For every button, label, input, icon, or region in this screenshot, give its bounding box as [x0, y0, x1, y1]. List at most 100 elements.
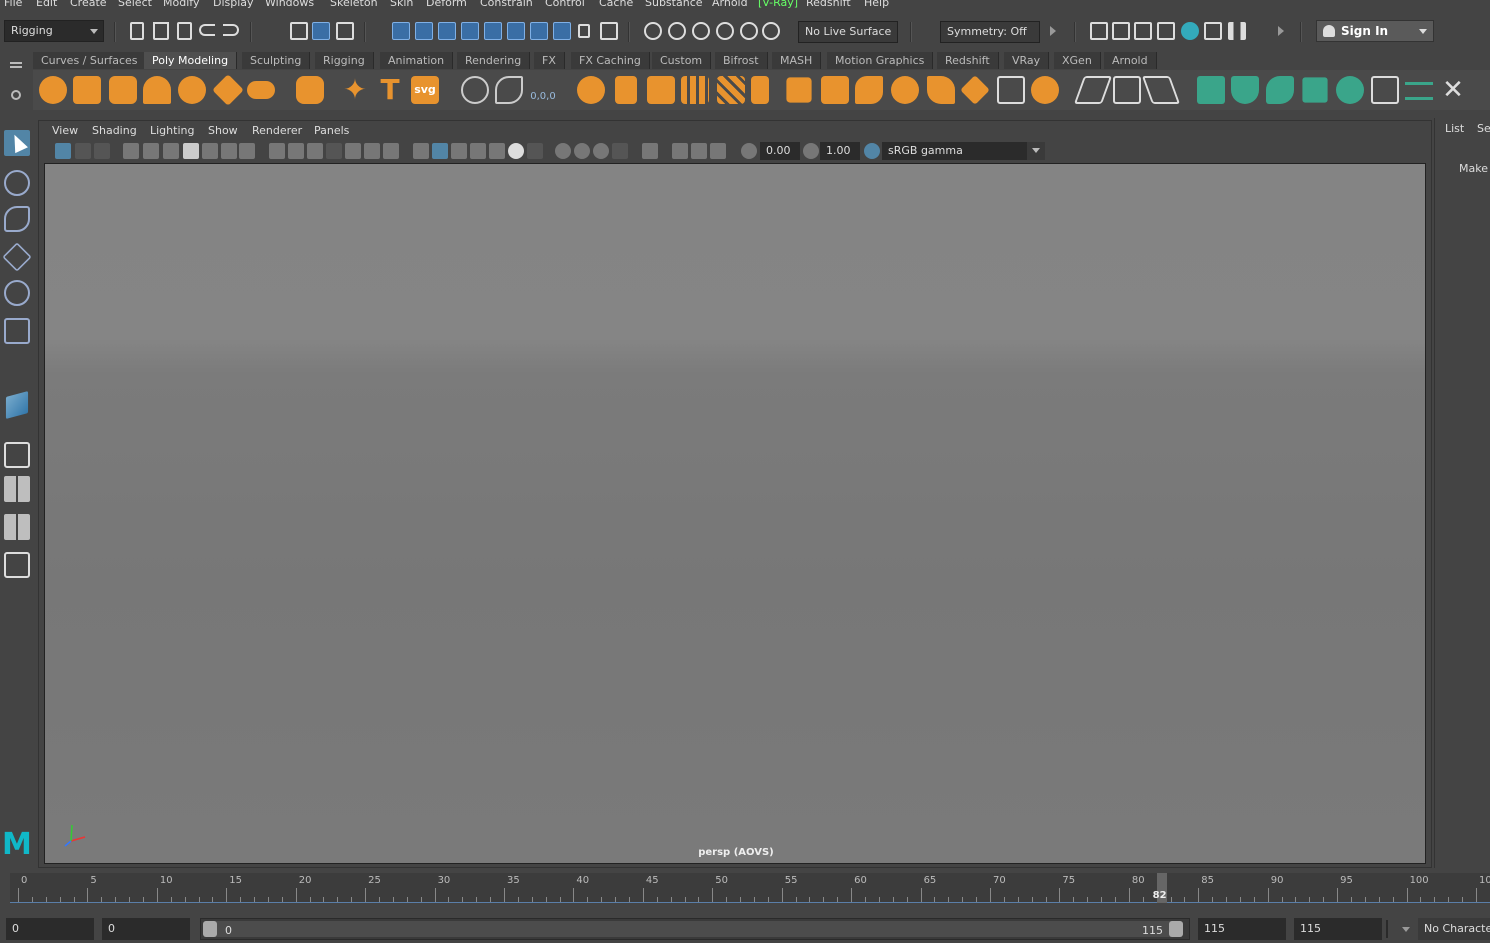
snap-live-icon[interactable] — [484, 22, 502, 40]
menuset-dropdown[interactable]: Rigging — [4, 20, 104, 42]
scene-start-field[interactable]: 0 — [6, 918, 94, 940]
expand-arrow-icon[interactable] — [1050, 26, 1056, 36]
color-management-icon[interactable] — [864, 143, 880, 159]
tab-custom[interactable]: Custom — [652, 52, 712, 69]
character-set-dropdown[interactable]: No Character — [1418, 918, 1490, 940]
snap-uv-icon[interactable] — [507, 22, 525, 40]
select-by-hierarchy-icon[interactable] — [290, 22, 308, 40]
tab-fx[interactable]: FX — [534, 52, 565, 69]
gamma-icon[interactable] — [803, 143, 819, 159]
isolate-select-icon[interactable] — [642, 143, 658, 159]
poly-disc-icon[interactable] — [247, 81, 275, 99]
panel-menu-lighting[interactable]: Lighting — [150, 124, 194, 137]
cylindrical-mapping-icon[interactable] — [1266, 76, 1294, 104]
hypershade-icon[interactable] — [740, 22, 758, 40]
tab-redshift[interactable]: Redshift — [937, 52, 999, 69]
3d-viewport[interactable]: persp (AOVS) — [44, 163, 1426, 864]
exposure-icon[interactable] — [741, 143, 757, 159]
tab-animation[interactable]: Animation — [380, 52, 454, 69]
poly-cone-icon[interactable] — [143, 76, 171, 104]
render-frame-icon[interactable] — [1090, 22, 1108, 40]
resolution-gate-icon[interactable] — [239, 143, 255, 159]
bevel-icon[interactable] — [821, 76, 849, 104]
wireframe-on-shaded-icon[interactable] — [383, 143, 399, 159]
move-tool[interactable] — [2, 242, 32, 272]
menu-substance[interactable]: Substance — [645, 0, 703, 9]
xray-active-icon[interactable] — [691, 143, 707, 159]
menu-arnold[interactable]: Arnold — [712, 0, 748, 9]
shaded-cube-icon[interactable] — [432, 143, 448, 159]
menu-redshift[interactable]: Redshift — [806, 0, 851, 9]
range-end-handle[interactable] — [1169, 921, 1183, 937]
xray-joints-icon[interactable] — [672, 143, 688, 159]
motion-blur-icon[interactable] — [574, 143, 590, 159]
poly-cube-icon[interactable] — [73, 76, 101, 104]
screen-space-ao-icon[interactable] — [555, 143, 571, 159]
camera-attributes-icon[interactable] — [75, 143, 91, 159]
rotate-tool[interactable] — [4, 280, 30, 306]
automatic-mapping-icon[interactable] — [1302, 77, 1328, 103]
ipr-icon[interactable] — [1134, 22, 1152, 40]
triangulate-icon[interactable] — [960, 75, 990, 105]
view-transform-arrow[interactable] — [1027, 142, 1045, 160]
separate-icon[interactable] — [615, 76, 637, 104]
anti-aliasing-icon[interactable] — [593, 143, 609, 159]
menu-constrain[interactable]: Constrain — [480, 0, 533, 9]
open-scene-icon[interactable] — [153, 22, 169, 40]
tab-sculpting[interactable]: Sculpting — [242, 52, 311, 69]
tab-rigging[interactable]: Rigging — [315, 52, 374, 69]
menu-help[interactable]: Help — [864, 0, 889, 9]
extract-icon[interactable] — [647, 76, 675, 104]
panel-menu-panels[interactable]: Panels — [314, 124, 349, 137]
symmetry-dropdown[interactable]: Symmetry: Off — [940, 21, 1040, 43]
xray-icon[interactable] — [527, 143, 543, 159]
wireframe-icon[interactable] — [345, 143, 361, 159]
input-output-icon[interactable] — [600, 22, 618, 40]
live-surface-field[interactable]: No Live Surface — [798, 21, 898, 43]
scene-end-field[interactable]: 115 — [1294, 918, 1382, 940]
menu-windows[interactable]: Windows — [265, 0, 314, 9]
playback-start-field[interactable]: 0 — [102, 918, 190, 940]
type-tool-icon[interactable]: T — [376, 76, 404, 104]
snap-grid-icon[interactable] — [392, 22, 410, 40]
film-gate-icon[interactable] — [221, 143, 237, 159]
tab-bifrost[interactable]: Bifrost — [715, 52, 768, 69]
tab-rendering[interactable]: Rendering — [457, 52, 531, 69]
playback-end-field[interactable]: 115 — [1198, 918, 1286, 940]
pivot-icon[interactable] — [461, 76, 489, 104]
snap-view-plane-icon[interactable] — [461, 22, 479, 40]
menu-skin[interactable]: Skin — [390, 0, 413, 9]
tab-curves-surfaces[interactable]: Curves / Surfaces — [33, 52, 147, 69]
menu-modify[interactable]: Modify — [163, 0, 199, 9]
render-setup-icon[interactable] — [762, 22, 780, 40]
tab-arnold[interactable]: Arnold — [1104, 52, 1157, 69]
undo-icon[interactable] — [199, 24, 215, 36]
backface-culling-icon[interactable] — [710, 143, 726, 159]
panel-menu-view[interactable]: View — [52, 124, 78, 137]
shadows-icon[interactable] — [489, 143, 505, 159]
snap-curve-icon[interactable] — [415, 22, 433, 40]
tab-select[interactable]: Sel — [1477, 122, 1490, 135]
sew-uv-edges-icon[interactable]: ✕ — [1439, 76, 1467, 104]
menu-deform[interactable]: Deform — [426, 0, 467, 9]
use-all-lights-icon[interactable] — [470, 143, 486, 159]
panel-menu-show[interactable]: Show — [208, 124, 238, 137]
outliner-layout[interactable] — [4, 552, 30, 578]
tab-fx-caching[interactable]: FX Caching — [571, 52, 650, 69]
depth-of-field-icon[interactable] — [612, 143, 628, 159]
render-view-icon[interactable] — [644, 22, 662, 40]
select-tool[interactable] — [4, 130, 30, 156]
wireframe-cube-icon[interactable] — [413, 143, 429, 159]
expand-arrow-icon[interactable] — [1278, 26, 1284, 36]
snap-edge-icon[interactable] — [530, 22, 548, 40]
paint-select-tool[interactable] — [4, 206, 30, 232]
bookmark-2-icon[interactable] — [183, 143, 199, 159]
safe-action-icon[interactable] — [307, 143, 323, 159]
menu-select[interactable]: Select — [118, 0, 152, 9]
render-settings-2-icon[interactable] — [1157, 22, 1175, 40]
tab-xgen[interactable]: XGen — [1054, 52, 1101, 69]
pause-icon[interactable] — [1228, 22, 1246, 40]
menu-create[interactable]: Create — [70, 0, 107, 9]
panel-menu-shading[interactable]: Shading — [92, 124, 137, 137]
platonic-solid-icon[interactable] — [296, 76, 324, 104]
